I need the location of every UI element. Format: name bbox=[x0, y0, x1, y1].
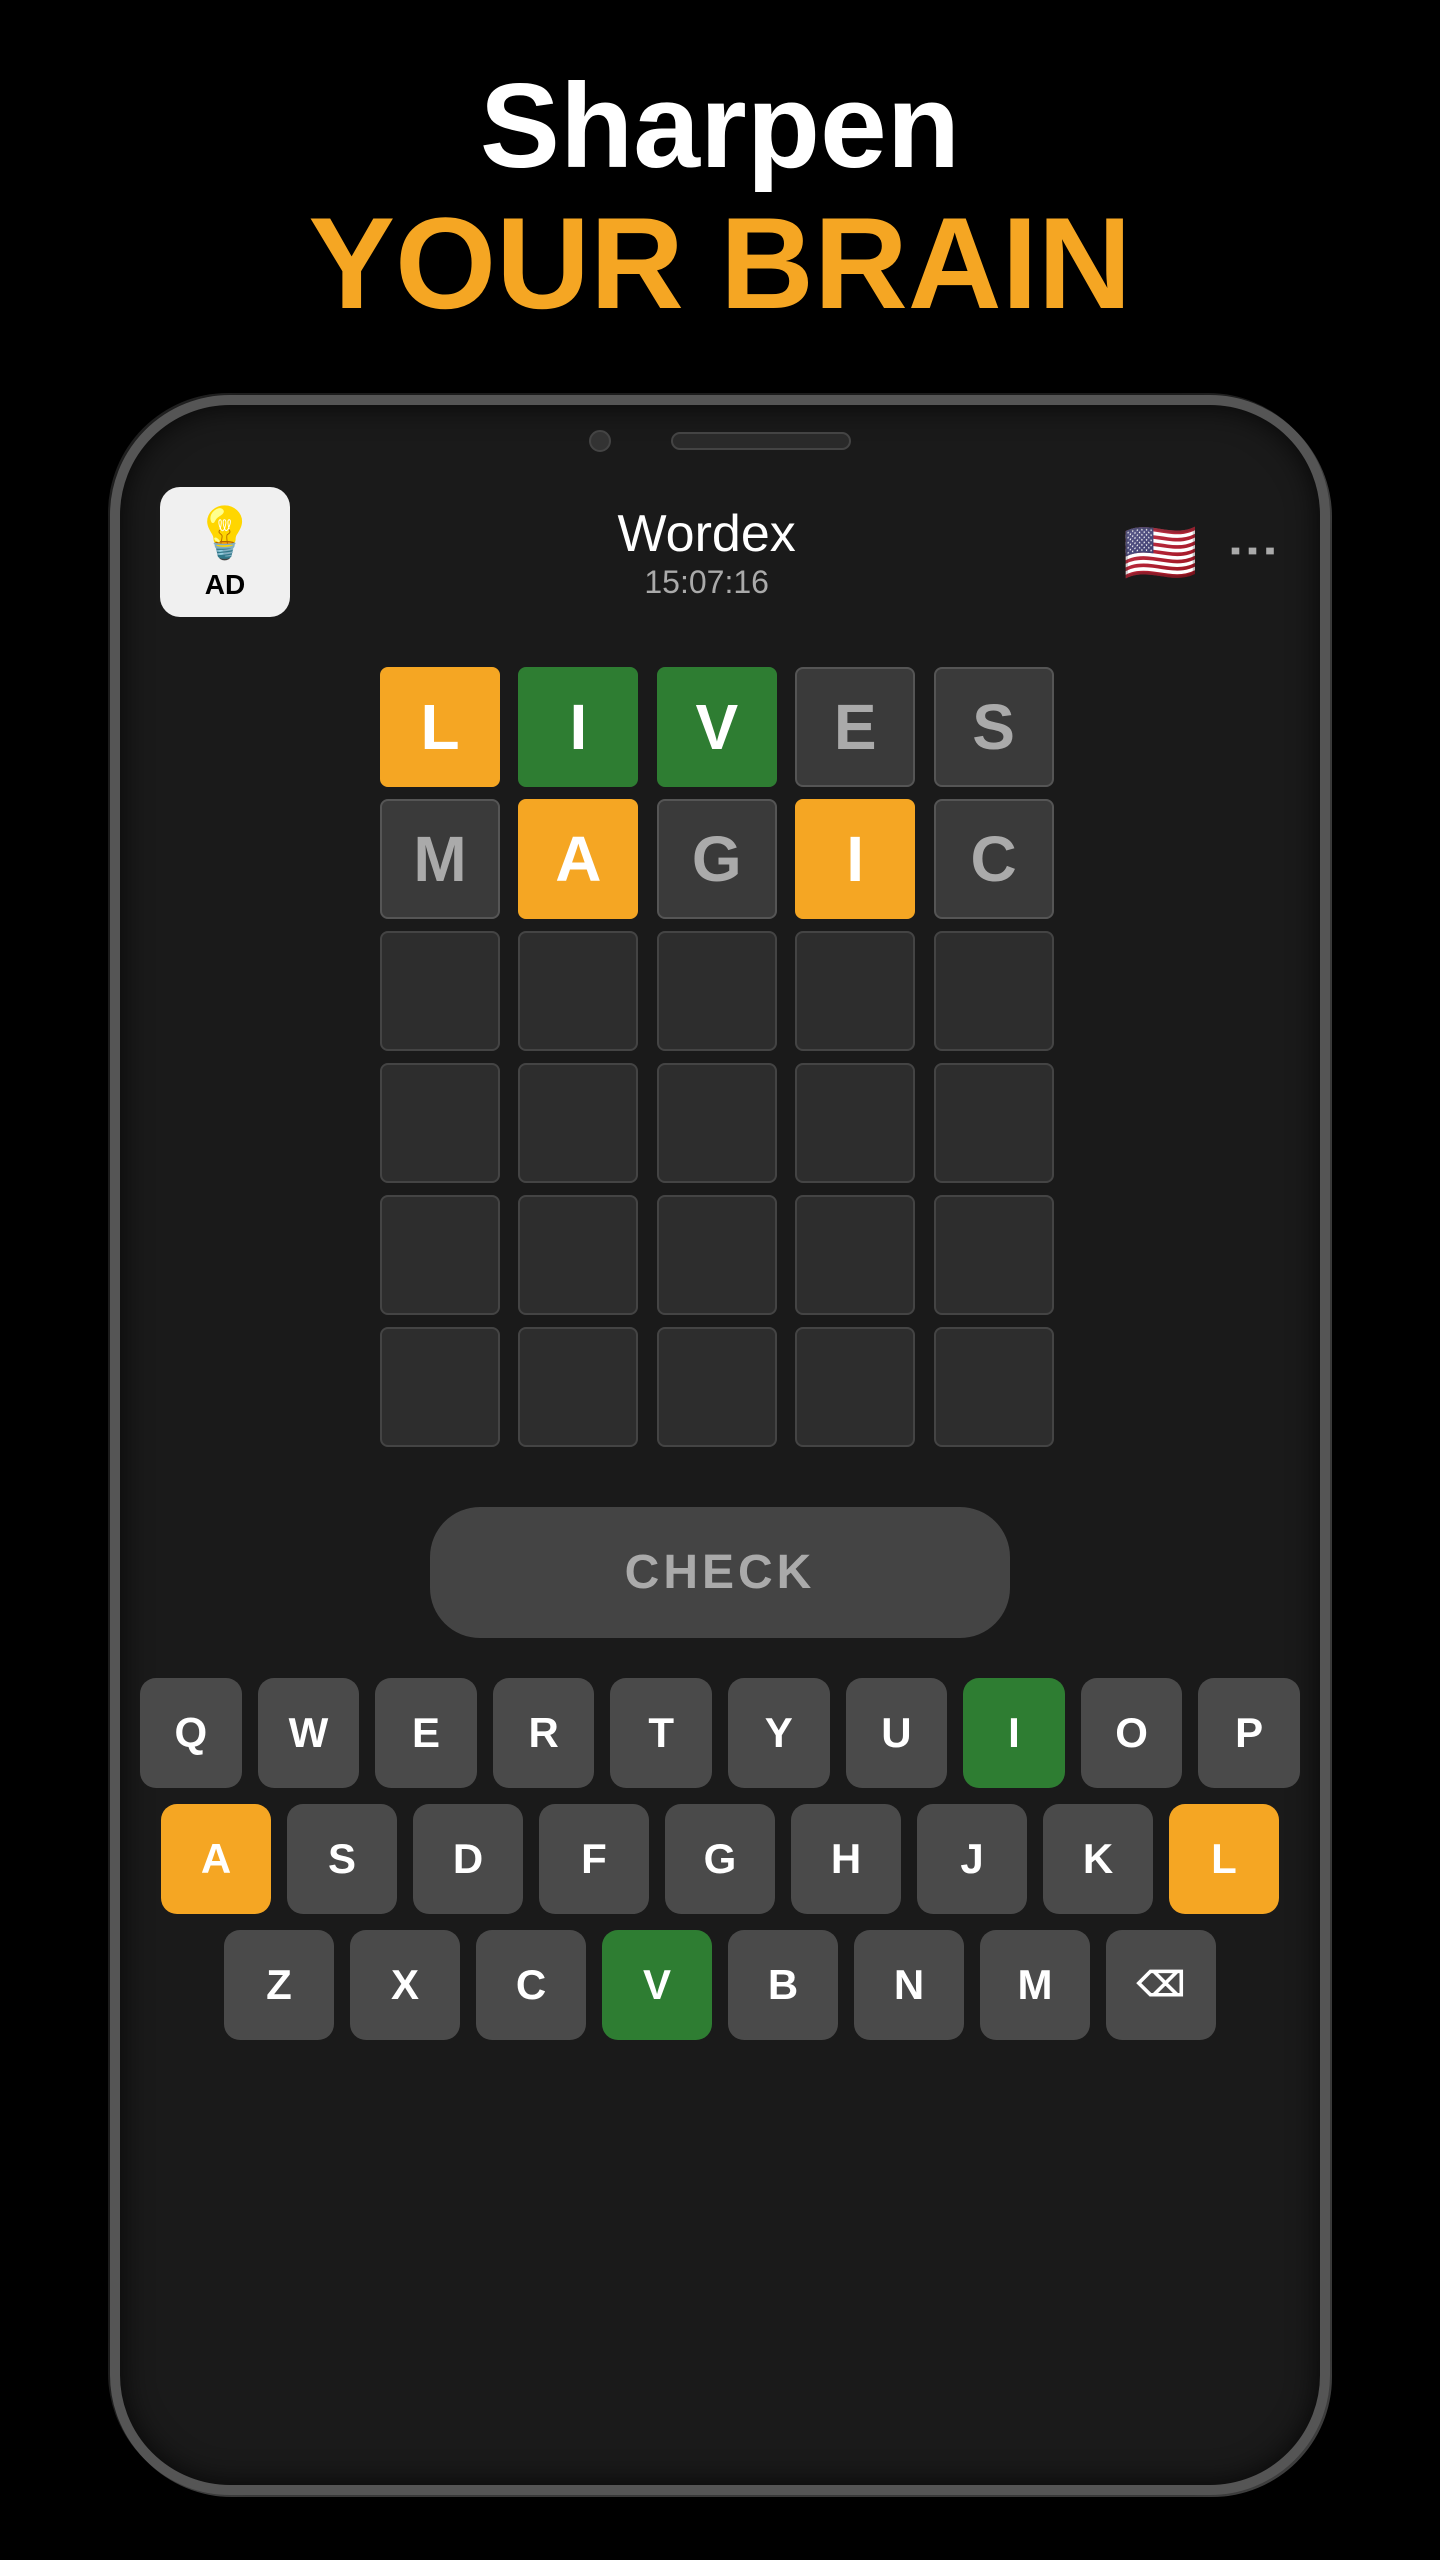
key-X[interactable]: X bbox=[350, 1930, 460, 2040]
key-P[interactable]: P bbox=[1198, 1678, 1300, 1788]
keyboard-row-0: QWERTYUIOP bbox=[140, 1678, 1300, 1788]
key-backspace[interactable]: ⌫ bbox=[1106, 1930, 1216, 2040]
grid-cell-2-3 bbox=[795, 931, 915, 1051]
key-A[interactable]: A bbox=[161, 1804, 271, 1914]
app-timer: 15:07:16 bbox=[618, 564, 796, 601]
key-N[interactable]: N bbox=[854, 1930, 964, 2040]
grid-cell-4-4 bbox=[934, 1195, 1054, 1315]
key-Y[interactable]: Y bbox=[728, 1678, 830, 1788]
header-center: Wordex 15:07:16 bbox=[618, 504, 796, 601]
menu-icon[interactable]: ⋮ bbox=[1225, 526, 1283, 578]
grid-cell-0-3: E bbox=[795, 667, 915, 787]
app-content: 💡 AD Wordex 15:07:16 🇺🇸 ⋮ LIVESMAGIC CHE… bbox=[120, 467, 1320, 1638]
headline-line1: Sharpen bbox=[308, 60, 1131, 192]
grid-cell-5-1 bbox=[518, 1327, 638, 1447]
app-header: 💡 AD Wordex 15:07:16 🇺🇸 ⋮ bbox=[160, 467, 1280, 627]
grid-cell-5-3 bbox=[795, 1327, 915, 1447]
grid-cell-2-4 bbox=[934, 931, 1054, 1051]
check-button[interactable]: CHECK bbox=[430, 1507, 1010, 1638]
grid-cell-3-1 bbox=[518, 1063, 638, 1183]
keyboard-row-2: ZXCVBNM⌫ bbox=[140, 1930, 1300, 2040]
key-S[interactable]: S bbox=[287, 1804, 397, 1914]
phone-frame: 💡 AD Wordex 15:07:16 🇺🇸 ⋮ LIVESMAGIC CHE… bbox=[110, 395, 1330, 2495]
grid-cell-0-2: V bbox=[657, 667, 777, 787]
key-D[interactable]: D bbox=[413, 1804, 523, 1914]
ad-button[interactable]: 💡 AD bbox=[160, 487, 290, 617]
grid-cell-1-2: G bbox=[657, 799, 777, 919]
promo-text: Sharpen YOUR BRAIN bbox=[308, 60, 1131, 335]
flag-icon[interactable]: 🇺🇸 bbox=[1123, 517, 1198, 588]
key-O[interactable]: O bbox=[1081, 1678, 1183, 1788]
phone-mockup: 💡 AD Wordex 15:07:16 🇺🇸 ⋮ LIVESMAGIC CHE… bbox=[110, 395, 1330, 2495]
grid-cell-1-0: M bbox=[380, 799, 500, 919]
key-F[interactable]: F bbox=[539, 1804, 649, 1914]
key-J[interactable]: J bbox=[917, 1804, 1027, 1914]
phone-speaker bbox=[671, 432, 851, 450]
key-H[interactable]: H bbox=[791, 1804, 901, 1914]
key-E[interactable]: E bbox=[375, 1678, 477, 1788]
grid-cell-3-3 bbox=[795, 1063, 915, 1183]
phone-top-bar bbox=[120, 405, 1320, 467]
grid-cell-2-2 bbox=[657, 931, 777, 1051]
grid-cell-2-1 bbox=[518, 931, 638, 1051]
keyboard: QWERTYUIOP ASDFGHJKL ZXCVBNM⌫ bbox=[120, 1678, 1320, 2096]
grid-cell-4-1 bbox=[518, 1195, 638, 1315]
key-M[interactable]: M bbox=[980, 1930, 1090, 2040]
game-grid: LIVESMAGIC bbox=[380, 667, 1060, 1447]
key-T[interactable]: T bbox=[610, 1678, 712, 1788]
phone-side-button bbox=[1320, 905, 1330, 1025]
grid-cell-1-4: C bbox=[934, 799, 1054, 919]
app-title: Wordex bbox=[618, 504, 796, 564]
key-K[interactable]: K bbox=[1043, 1804, 1153, 1914]
key-Z[interactable]: Z bbox=[224, 1930, 334, 2040]
grid-cell-3-4 bbox=[934, 1063, 1054, 1183]
key-I[interactable]: I bbox=[963, 1678, 1065, 1788]
grid-cell-3-0 bbox=[380, 1063, 500, 1183]
grid-cell-3-2 bbox=[657, 1063, 777, 1183]
ad-label: AD bbox=[205, 569, 245, 601]
key-R[interactable]: R bbox=[493, 1678, 595, 1788]
headline-line2: YOUR BRAIN bbox=[308, 192, 1131, 335]
key-U[interactable]: U bbox=[846, 1678, 948, 1788]
key-L[interactable]: L bbox=[1169, 1804, 1279, 1914]
grid-cell-4-2 bbox=[657, 1195, 777, 1315]
key-V[interactable]: V bbox=[602, 1930, 712, 2040]
grid-cell-5-4 bbox=[934, 1327, 1054, 1447]
bulb-icon: 💡 bbox=[194, 504, 256, 563]
key-C[interactable]: C bbox=[476, 1930, 586, 2040]
grid-cell-4-3 bbox=[795, 1195, 915, 1315]
grid-cell-5-2 bbox=[657, 1327, 777, 1447]
key-W[interactable]: W bbox=[258, 1678, 360, 1788]
keyboard-row-1: ASDFGHJKL bbox=[140, 1804, 1300, 1914]
key-G[interactable]: G bbox=[665, 1804, 775, 1914]
phone-camera bbox=[589, 430, 611, 452]
grid-cell-4-0 bbox=[380, 1195, 500, 1315]
check-button-wrapper: CHECK bbox=[160, 1507, 1280, 1638]
grid-cell-0-0: L bbox=[380, 667, 500, 787]
header-right: 🇺🇸 ⋮ bbox=[1123, 517, 1280, 588]
grid-cell-1-3: I bbox=[795, 799, 915, 919]
key-Q[interactable]: Q bbox=[140, 1678, 242, 1788]
grid-cell-2-0 bbox=[380, 931, 500, 1051]
grid-cell-0-4: S bbox=[934, 667, 1054, 787]
key-B[interactable]: B bbox=[728, 1930, 838, 2040]
grid-cell-5-0 bbox=[380, 1327, 500, 1447]
grid-cell-0-1: I bbox=[518, 667, 638, 787]
grid-cell-1-1: A bbox=[518, 799, 638, 919]
